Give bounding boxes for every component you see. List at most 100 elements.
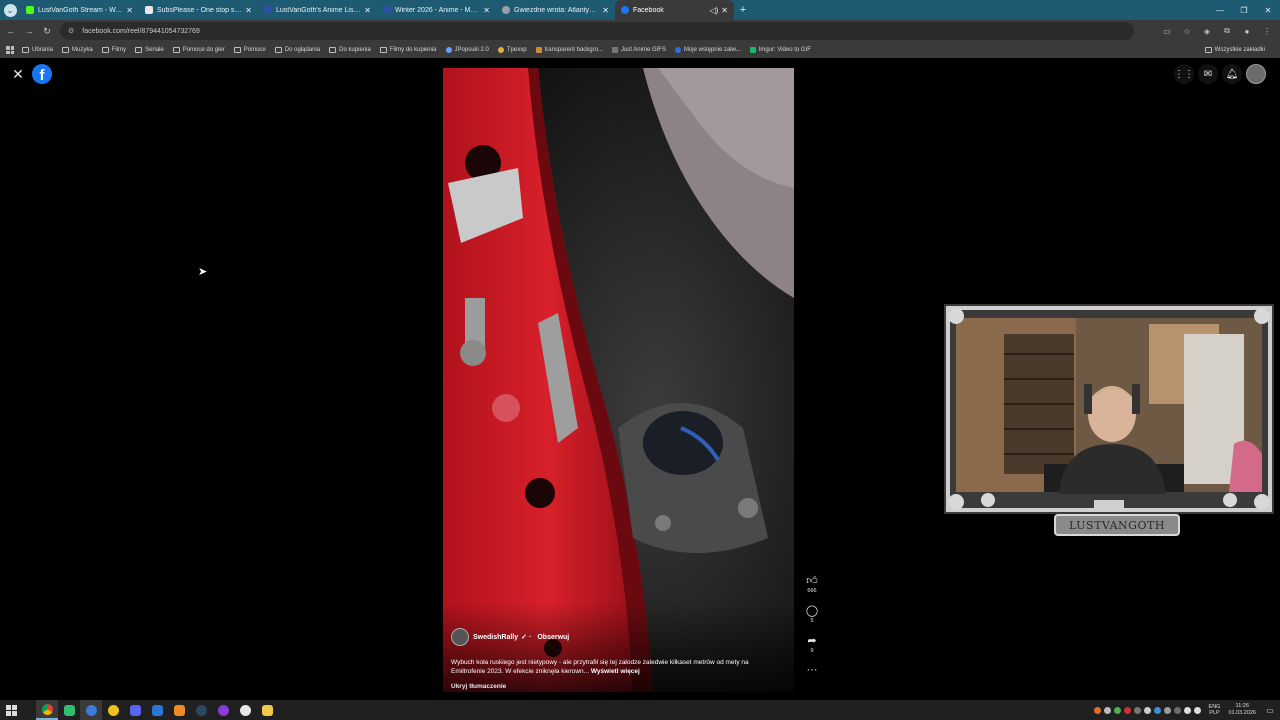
taskbar-app-purple[interactable] [212, 700, 234, 720]
menu-dots-icon[interactable]: ⋮ [1258, 22, 1276, 40]
bookmark-folder[interactable]: Ubrania [22, 47, 53, 53]
like-count: 666 [807, 588, 817, 594]
reel-video[interactable]: SwedishRally ✓ · Obserwuj Wybuch koła ru… [443, 68, 794, 692]
thumbs-up-icon[interactable]: 👍︎ [804, 572, 820, 588]
close-tab-icon[interactable]: ✕ [245, 6, 252, 15]
tab-4[interactable]: Winter 2026 - Anime - MyAnim ✕ [377, 0, 496, 20]
close-icon[interactable]: ✕ [10, 66, 26, 82]
reel-author[interactable]: SwedishRally ✓ · Obserwuj [451, 628, 569, 646]
notification-icon[interactable]: ▭ [1264, 704, 1276, 716]
tray-app-icon[interactable] [1153, 706, 1161, 714]
start-button[interactable] [0, 700, 22, 720]
bookmark-folder[interactable]: Filmy [101, 47, 126, 53]
hide-translation-link[interactable]: Ukryj tłumaczenie [451, 683, 506, 690]
tab-facebook[interactable]: Facebook ◁) ✕ [615, 0, 734, 20]
taskbar-chrome[interactable] [36, 700, 58, 720]
messenger-icon[interactable]: ✉ [1198, 64, 1218, 84]
close-tab-icon[interactable]: ✕ [602, 6, 609, 15]
tray-app-icon[interactable] [1123, 706, 1131, 714]
bookmark-label: Tpexxp [506, 47, 527, 53]
cast-icon[interactable]: ▭ [1158, 22, 1176, 40]
tray-app-icon[interactable] [1173, 706, 1181, 714]
bookmark-link[interactable]: JPopsuki 2.0 [445, 47, 489, 53]
extensions-puzzle-icon[interactable]: ⧉ [1218, 22, 1236, 40]
bookmark-link[interactable]: Just Anime GIFS [611, 47, 666, 53]
maximize-icon[interactable]: ❐ [1232, 0, 1256, 20]
taskbar-app-yellow[interactable] [102, 700, 124, 720]
tab-2[interactable]: SubsPlease - One stop shop fo ✕ [139, 0, 258, 20]
taskbar-file-explorer[interactable] [256, 700, 278, 720]
bookmark-folder[interactable]: Filmy do kupienia [379, 47, 437, 53]
close-tab-icon[interactable]: ✕ [364, 6, 371, 15]
notifications-bell-icon[interactable]: 🔔︎ [1222, 64, 1242, 84]
taskbar-vlc[interactable] [168, 700, 190, 720]
reload-button[interactable]: ↻ [38, 22, 56, 40]
tab-3[interactable]: LustVanGoth's Anime List - My ✕ [258, 0, 377, 20]
forward-button[interactable]: → [20, 22, 38, 40]
tray-app-icon[interactable] [1163, 706, 1171, 714]
windows-taskbar: ENG PLP 11:26 01.03.2026 ▭ [0, 700, 1280, 720]
menu-grid-icon[interactable]: ⋮⋮ [1174, 64, 1194, 84]
apps-grid-icon[interactable] [6, 46, 14, 54]
bookmark-label: Wszystkie zakładki [1214, 47, 1265, 53]
follow-button[interactable]: Obserwuj [537, 634, 569, 641]
more-action[interactable]: ··· [802, 662, 822, 678]
reel-actions: 👍︎ 666 ◯ 5 ➦ 9 ··· [802, 572, 822, 686]
taskbar-steam[interactable] [190, 700, 212, 720]
tray-app-icon[interactable] [1113, 706, 1121, 714]
like-action[interactable]: 👍︎ 666 [802, 572, 822, 595]
bookmark-folder[interactable]: Pomoce do gier [172, 47, 225, 53]
bookmark-folder[interactable]: Do oglądania [274, 47, 320, 53]
bookmark-folder[interactable]: Muzyka [62, 47, 93, 53]
site-info-icon[interactable]: ⚙ [68, 27, 74, 35]
bookmark-link[interactable]: Moje wstępnie załw... [674, 47, 741, 53]
author-name[interactable]: SwedishRally [473, 634, 518, 641]
minimize-icon[interactable]: — [1208, 0, 1232, 20]
share-action[interactable]: ➦ 9 [802, 632, 822, 655]
network-icon[interactable] [1183, 706, 1191, 714]
tray-app-icon[interactable] [1093, 706, 1101, 714]
taskbar-spotify[interactable] [58, 700, 80, 720]
tab-1[interactable]: LustVanGoth Stream - Watch L ✕ [20, 0, 139, 20]
bookmark-link[interactable]: Tpexxp [497, 47, 527, 53]
tray-app-icon[interactable] [1133, 706, 1141, 714]
tab-5[interactable]: Gwiezdne wrota: Atlantyda / St ✕ [496, 0, 615, 20]
new-tab-button[interactable]: + [734, 0, 752, 20]
language-indicator[interactable]: ENG PLP [1209, 704, 1221, 716]
close-window-icon[interactable]: ✕ [1256, 0, 1280, 20]
author-avatar[interactable] [451, 628, 469, 646]
extension-icon[interactable]: ◈ [1198, 22, 1216, 40]
vlc-icon [173, 704, 185, 716]
avatar[interactable] [1246, 64, 1266, 84]
see-more-link[interactable]: Wyświetl więcej [591, 668, 640, 675]
bookmark-link[interactable]: transparent backgro... [535, 47, 603, 53]
bookmark-label: JPopsuki 2.0 [454, 47, 489, 53]
taskbar-discord[interactable] [124, 700, 146, 720]
close-tab-icon[interactable]: ✕ [483, 6, 490, 15]
facebook-logo-icon[interactable]: f [32, 64, 52, 84]
bookmark-folder[interactable]: Do kupienia [329, 47, 371, 53]
tray-app-icon[interactable] [1103, 706, 1111, 714]
more-dots-icon[interactable]: ··· [804, 662, 820, 678]
comment-bubble-icon[interactable]: ◯ [804, 602, 820, 618]
taskbar-app-white[interactable] [234, 700, 256, 720]
taskbar-app-screen[interactable] [146, 700, 168, 720]
volume-icon[interactable] [1193, 706, 1201, 714]
tab-search-button[interactable]: ⌄ [0, 0, 20, 20]
clock[interactable]: 11:26 01.03.2026 [1228, 703, 1256, 717]
bookmark-folder[interactable]: Seriale [135, 47, 164, 53]
bookmark-star-icon[interactable]: ☆ [1178, 22, 1196, 40]
microphone-icon[interactable] [1143, 706, 1151, 714]
close-tab-icon[interactable]: ✕ [721, 6, 728, 15]
bookmark-link[interactable]: Imgur: Video to GIF [749, 47, 811, 53]
all-bookmarks[interactable]: Wszystkie zakładki [1204, 42, 1265, 58]
back-button[interactable]: ← [2, 22, 20, 40]
bookmark-folder[interactable]: Pomoce [233, 47, 266, 53]
address-bar[interactable]: ⚙ facebook.com/reel/879441054732769 [60, 22, 1134, 40]
profile-icon[interactable]: ● [1238, 22, 1256, 40]
close-tab-icon[interactable]: ✕ [126, 6, 133, 15]
audio-icon[interactable]: ◁) [709, 6, 718, 15]
taskbar-app-blue[interactable] [80, 700, 102, 720]
share-arrow-icon[interactable]: ➦ [804, 632, 820, 648]
comment-action[interactable]: ◯ 5 [802, 602, 822, 625]
